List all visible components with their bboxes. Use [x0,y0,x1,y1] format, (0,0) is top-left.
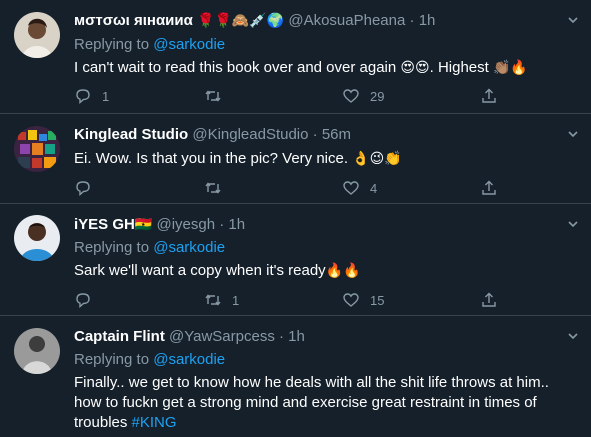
heart-icon [343,181,359,195]
retweet-icon [205,294,221,306]
heart-icon [343,89,359,103]
like-count: 29 [370,88,385,104]
name-emojis: 🇬🇭 [134,217,153,233]
reply-icon [76,293,90,309]
display-name[interactable]: Kinglead Studio [74,126,188,143]
tweet-text-part: Ei. Wow. Is that you in the pic? Very ni… [74,150,349,167]
tweet-text-part: I can't wait to read this book over and … [74,59,397,76]
reply-button[interactable]: 1 [74,86,109,106]
tweet-text-part: Sark we'll want a copy when it's ready [74,262,326,279]
share-icon [482,88,496,103]
avatar[interactable] [14,328,60,374]
replying-to-link[interactable]: @sarkodie [153,351,225,368]
hashtag-link[interactable]: #KING [132,414,177,431]
retweet-icon [205,90,221,102]
share-button[interactable] [480,86,498,106]
tweet-feed: мσтσωι яιнαииα 🌹🌹🙈💉🌍 @AkosuaPheana · 1h … [0,0,591,437]
avatar[interactable] [14,126,60,172]
replying-to: Replying to @sarkodie [74,350,225,370]
tweet-text: Finally.. we get to know how he deals wi… [74,373,571,433]
tweet-emojis: 👌😉👏 [352,151,402,167]
chevron-down-icon[interactable] [567,128,579,140]
reply-icon [76,89,90,105]
avatar[interactable] [14,12,60,58]
tweet-text: I can't wait to read this book over and … [74,58,577,78]
replying-to-link[interactable]: @sarkodie [153,239,225,256]
separator-dot: · [312,126,318,143]
retweet-icon [205,182,221,194]
share-icon [482,292,496,307]
tweet-text-part: . Highest [429,59,489,76]
timestamp[interactable]: 1h [288,328,305,345]
share-icon [482,180,496,195]
timestamp[interactable]: 1h [419,12,436,29]
display-name[interactable]: iYES GH [74,216,135,233]
retweet-count: 1 [232,292,240,308]
tweet-emojis: 😍😍 [400,60,430,76]
tweet[interactable]: iYES GH🇬🇭 @iyesgh · 1h Replying to @sark… [0,204,591,316]
replying-to-label: Replying to [74,239,150,256]
like-button[interactable]: 4 [342,178,377,198]
retweet-button[interactable] [204,178,232,198]
replying-to-label: Replying to [74,351,150,368]
tweet-actions: 1 15 [74,290,496,310]
like-count: 15 [370,292,385,308]
retweet-button[interactable] [204,86,232,106]
handle[interactable]: @iyesgh [156,216,215,233]
chevron-down-icon[interactable] [567,218,579,230]
tweet[interactable]: мσтσωι яιнαииα 🌹🌹🙈💉🌍 @AkosuaPheana · 1h … [0,0,591,114]
replying-to: Replying to @sarkodie [74,238,225,258]
tweet-emojis: 🔥🔥 [325,263,361,279]
chevron-down-icon[interactable] [567,330,579,342]
replying-to-label: Replying to [74,36,150,53]
like-button[interactable]: 15 [342,290,384,310]
tweet-emojis: 👏🏽🔥 [492,60,528,76]
separator-dot: · [279,328,284,345]
reply-button[interactable] [74,178,102,198]
tweet-header: iYES GH🇬🇭 @iyesgh · 1h [74,215,551,235]
separator-dot: · [219,216,225,233]
heart-icon [343,293,359,307]
display-name[interactable]: Captain Flint [74,328,165,345]
like-count: 4 [370,180,378,196]
chevron-down-icon[interactable] [567,14,579,26]
tweet-text: Ei. Wow. Is that you in the pic? Very ni… [74,149,577,169]
timestamp[interactable]: 1h [228,216,245,233]
display-name[interactable]: мσтσωι яιнαииα [74,12,193,29]
reply-button[interactable] [74,290,102,310]
timestamp[interactable]: 56m [322,126,351,143]
tweet[interactable]: Kinglead Studio @KingleadStudio · 56m Ei… [0,114,591,204]
share-button[interactable] [480,178,498,198]
like-button[interactable]: 29 [342,86,384,106]
tweet-header: мσтσωι яιнαииα 🌹🌹🙈💉🌍 @AkosuaPheana · 1h [74,11,551,31]
tweet-actions: 1 29 [74,86,496,106]
replying-to-link[interactable]: @sarkodie [153,36,225,53]
reply-count: 1 [102,88,110,104]
reply-icon [76,181,90,197]
share-button[interactable] [480,290,498,310]
tweet-text: Sark we'll want a copy when it's ready🔥🔥 [74,261,577,281]
avatar[interactable] [14,215,60,261]
handle[interactable]: @KingleadStudio [192,126,308,143]
tweet-actions: 4 [74,178,496,198]
tweet-header: Kinglead Studio @KingleadStudio · 56m [74,125,551,145]
handle[interactable]: @YawSarpcess [169,328,275,345]
replying-to: Replying to @sarkodie [74,35,225,55]
retweet-button[interactable]: 1 [204,290,239,310]
handle[interactable]: @AkosuaPheana [288,12,405,29]
separator-dot: · [409,12,415,29]
name-emojis: 🌹🌹🙈💉🌍 [197,13,285,29]
tweet-header: Captain Flint @YawSarpcess · 1h [74,327,551,347]
tweet[interactable]: Captain Flint @YawSarpcess · 1h Replying… [0,316,591,437]
